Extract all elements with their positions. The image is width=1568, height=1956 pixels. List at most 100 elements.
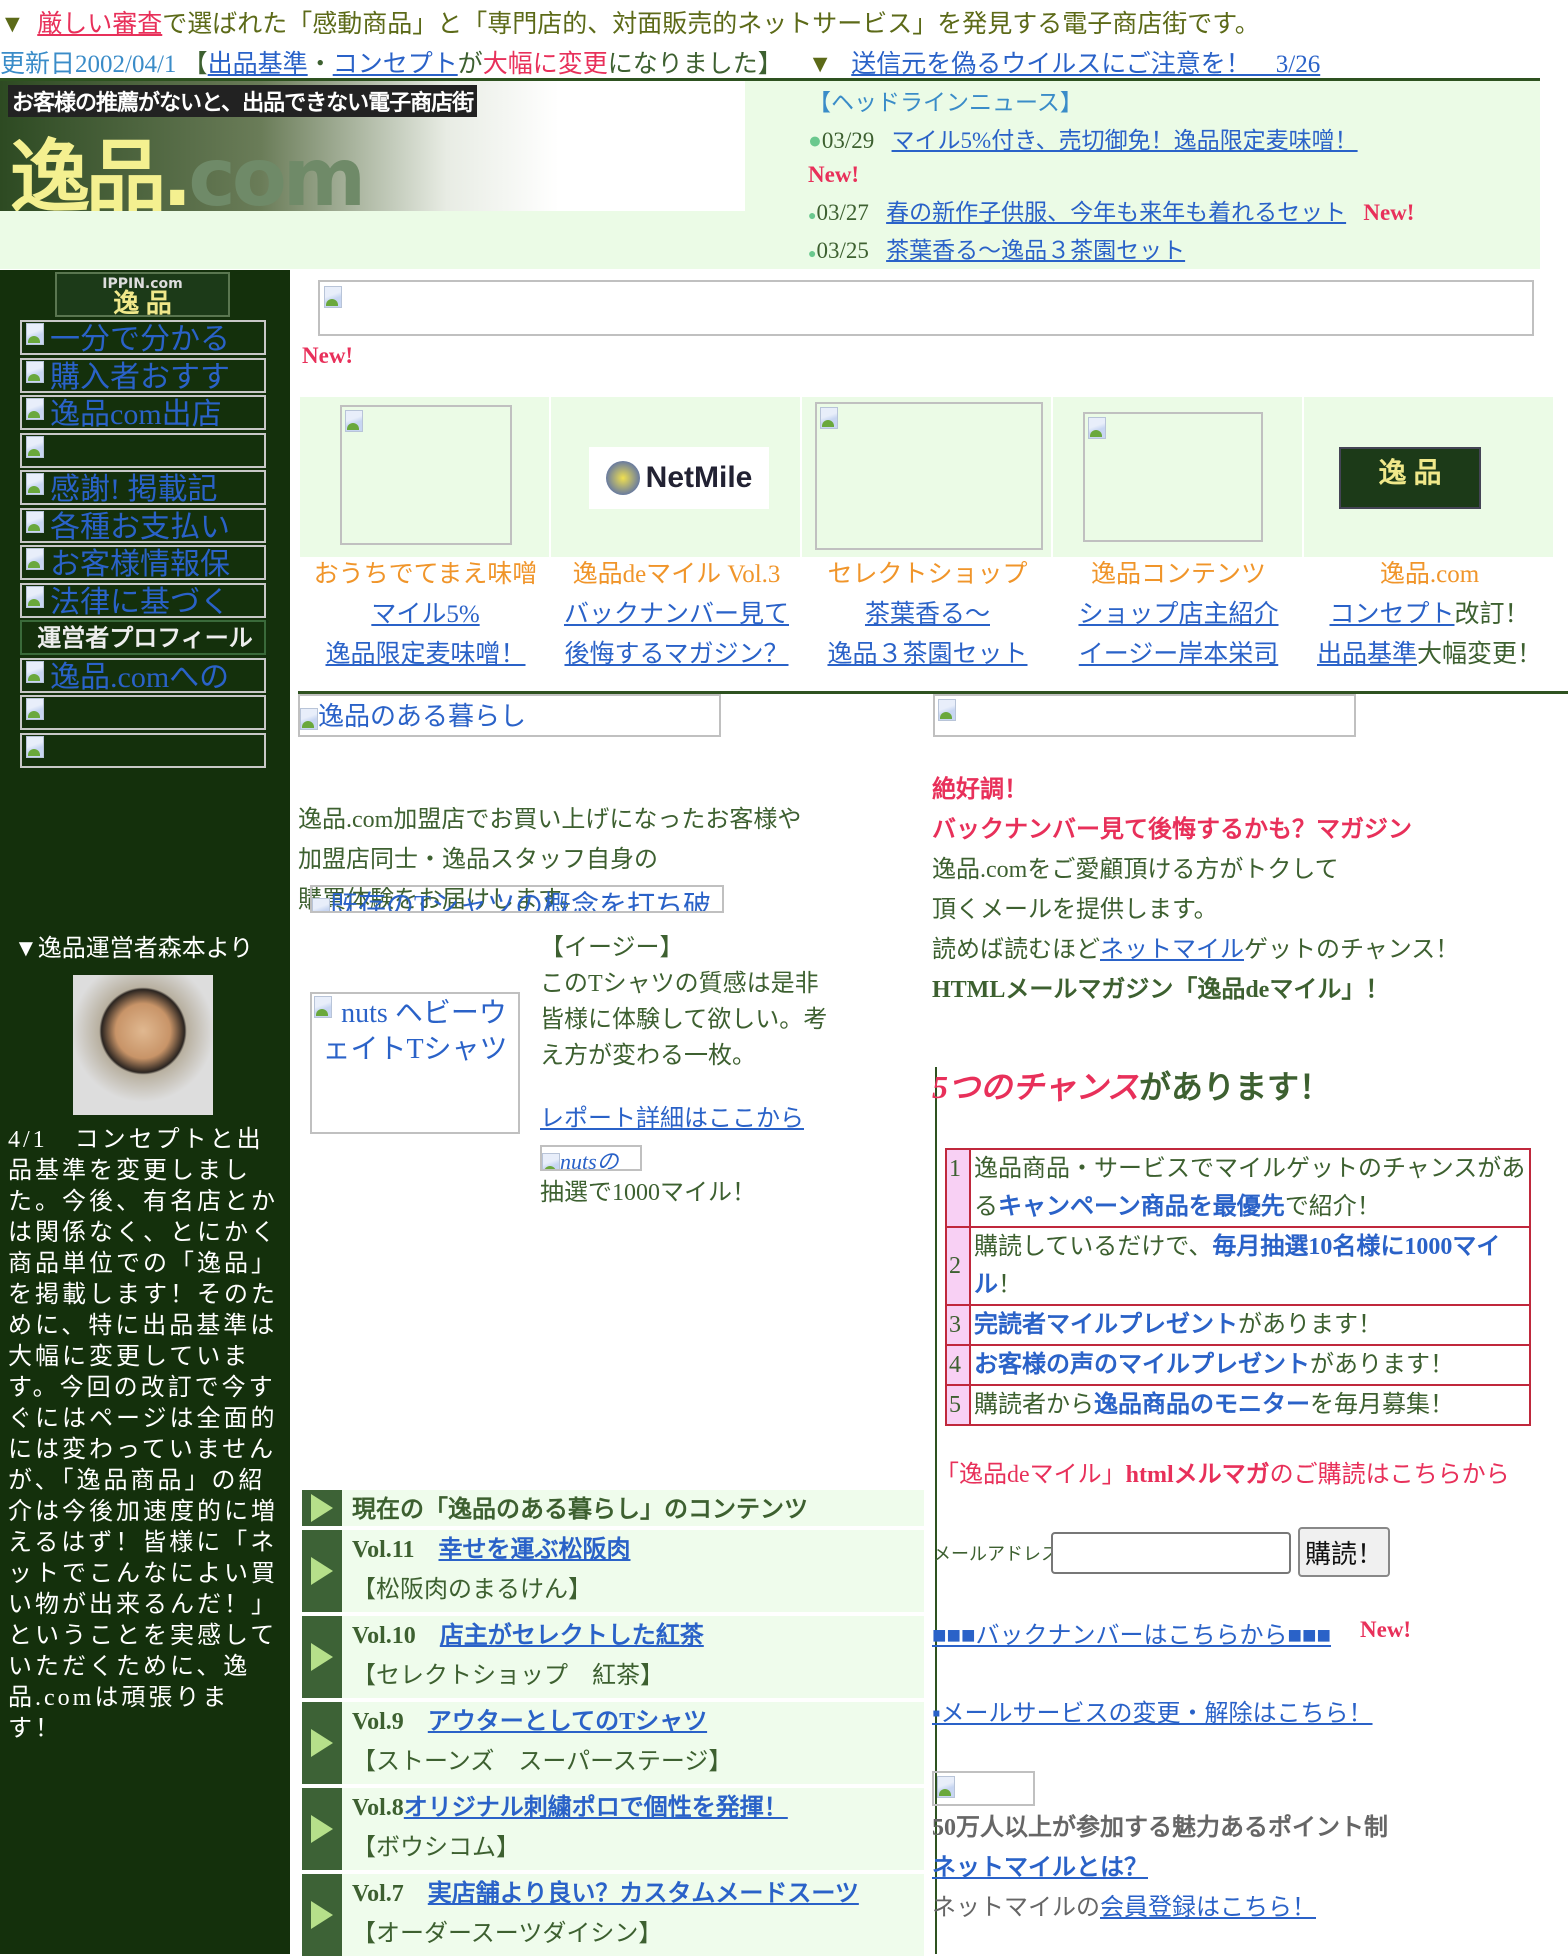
sidebar-menu-item[interactable] — [20, 732, 266, 768]
sidebar-logo[interactable]: IPPIN.com 逸 品 — [55, 272, 230, 317]
feature-heading: 逸品deマイル Vol.3 — [572, 561, 781, 588]
feature-link[interactable]: 逸品限定麦味噌！ — [325, 641, 525, 668]
feature-image[interactable] — [1083, 412, 1263, 542]
broken-image-icon — [324, 286, 342, 308]
intro-line: 加盟店同士・逸品スタッフ自身の — [298, 847, 658, 873]
volume-link[interactable]: オリジナル刺繍ポロで個性を発揮！ — [404, 1795, 788, 1821]
mail-service-change-link[interactable]: ▪メールサービスの変更・解除はこちら！ — [932, 1693, 1373, 1728]
criteria-link[interactable]: 出品基準 — [208, 51, 308, 78]
subscribe-prompt: 「逸品deマイル」htmlメルマガのご購読はこちらから — [935, 1455, 1555, 1495]
feature-link[interactable]: 茶葉香る〜 — [865, 601, 990, 628]
magazine-headline: バックナンバー見て後悔するかも？マガジン — [932, 817, 1412, 843]
sidebar-menu-item[interactable]: 運営者プロフィール — [20, 620, 266, 655]
sidebar-menu-item[interactable]: 各種お支払い — [20, 507, 266, 543]
nuts-small-image[interactable]: nutsの — [540, 1145, 642, 1171]
feature-link[interactable]: 後悔するマガジン？ — [564, 641, 788, 668]
contents-item: Vol.7 実店舗より良い？カスタムメードスーツ 【オーダースーツダイシン】 — [302, 1874, 924, 1956]
volume-number: Vol.10 — [352, 1623, 440, 1649]
feature-link[interactable]: 逸品３茶園セット — [827, 641, 1027, 668]
what-is-netmile-link[interactable]: ネットマイルとは？ — [932, 1855, 1148, 1881]
top-banner[interactable] — [318, 280, 1534, 336]
menu-label: 運営者プロフィール — [37, 624, 253, 652]
feature-link[interactable]: 出品基準 — [1317, 641, 1417, 668]
chance-number: 5 — [945, 1384, 971, 1426]
register-link[interactable]: 会員登録はこちら！ — [1100, 1895, 1316, 1921]
site-logo[interactable]: お客様の推薦がないと、出品できない電子商店街 逸品.com IPPIN.com — [0, 81, 745, 211]
sidebar-menu-item[interactable]: 法律に基づく — [20, 582, 266, 618]
menu-label: 購入者おすす — [50, 360, 230, 393]
big-change-text: 大幅に変更 — [482, 51, 608, 78]
arrow-right-icon — [302, 1530, 342, 1612]
text: HTMLメールマガジン「逸品deマイル」！ — [932, 977, 1390, 1003]
netmile-logo[interactable]: NetMile — [589, 447, 769, 509]
feature-link[interactable]: コンセプト — [1329, 601, 1454, 628]
volume-link[interactable]: 店主がセレクトした紅茶 — [440, 1623, 704, 1649]
operator-message: 4/1 コンセプトと出品基準を変更しました。今後、有名店とかは関係なく、とにかく… — [8, 1127, 278, 1742]
broken-image-icon — [542, 1152, 560, 1169]
sidebar-menu-item[interactable] — [20, 432, 266, 468]
sidebar-menu-item[interactable]: 一分で分かる — [20, 320, 266, 355]
sidebar-menu-item[interactable]: 逸品com出店 — [20, 395, 266, 430]
feature-link[interactable]: ショップ店主紹介 — [1078, 601, 1278, 628]
ippin-logo[interactable]: 逸 品 — [1339, 447, 1481, 509]
netmile-banner[interactable] — [932, 1771, 1035, 1806]
sidebar-menu-item[interactable]: 逸品.comへの — [20, 657, 266, 693]
volume-link[interactable]: 実店舗より良い？カスタムメードスーツ — [428, 1881, 859, 1907]
image-alt-text: 逸品のある暮らし — [318, 702, 527, 731]
text: があります！ — [1310, 1352, 1454, 1378]
bracket: 【 — [182, 51, 208, 78]
subscribe-button[interactable]: 購読！ — [1298, 1527, 1390, 1577]
text: ゲットのチャンス！ — [1244, 937, 1460, 963]
email-input[interactable] — [1051, 1532, 1291, 1574]
feature-link[interactable]: イージー岸本栄司 — [1079, 641, 1279, 668]
feature-link[interactable]: マイル5% — [371, 601, 479, 628]
strict-review-link[interactable]: 厳しい審査 — [37, 11, 162, 38]
broken-image-icon — [26, 398, 44, 420]
volume-number: Vol.9 — [352, 1709, 428, 1735]
contents-item: Vol.10 店主がセレクトした紅茶 【セレクトショップ 紅茶】 — [302, 1616, 924, 1698]
magazine-intro: 絶好調！ バックナンバー見て後悔するかも？マガジン 逸品.comをご愛顧頂ける方… — [932, 770, 1459, 1010]
sidebar-menu-item[interactable]: 感謝! 掲載記 — [20, 470, 266, 505]
feature-link[interactable]: バックナンバー見て — [564, 601, 789, 628]
virus-warning-link[interactable]: 送信元を偽るウイルスにご注意を！ 3/26 — [851, 51, 1320, 78]
sidebar-menu-item[interactable] — [20, 695, 266, 730]
feature-image[interactable] — [815, 402, 1043, 550]
news-link[interactable]: マイル5%付き、売切御免！逸品限定麦味噌！ — [892, 128, 1358, 153]
menu-label: 逸品com出店 — [50, 398, 222, 430]
tshirt-banner[interactable]: 既存のTシャツの概念を打ち破 — [310, 885, 724, 913]
feature-image[interactable] — [340, 405, 512, 545]
broken-image-icon — [26, 360, 44, 383]
chance-row: 2 購読しているだけで、毎月抽選10名様に1000マイル！ — [945, 1226, 1531, 1306]
kurashi-banner[interactable]: 逸品のある暮らし — [298, 694, 721, 737]
arrow-right-icon — [302, 1702, 342, 1784]
concept-link[interactable]: コンセプト — [333, 51, 458, 78]
menu-label: 逸品.comへの — [50, 660, 230, 693]
news-link[interactable]: 春の新作子供服、今年も来年も着れるセット — [886, 200, 1346, 225]
contents-item: Vol.11 幸せを運ぶ松阪肉 【松阪肉のまるけん】 — [302, 1530, 924, 1612]
volume-link[interactable]: アウターとしてのTシャツ — [428, 1709, 707, 1735]
easy-review: 【イージー】 このTシャツの質感は是非皆様に体験して欲しい。考え方が変わる一枚。 — [540, 930, 840, 1074]
backnumber-link[interactable]: ■■■バックナンバーはこちらから■■■ — [932, 1615, 1331, 1650]
text: があります！ — [1238, 1312, 1382, 1338]
broken-image-icon — [26, 585, 44, 608]
sidebar-menu-item[interactable]: お客様情報保 — [20, 545, 266, 580]
hot-label: 絶好調！ — [932, 777, 1028, 803]
broken-image-icon — [26, 660, 44, 683]
netmile-icon — [605, 461, 640, 495]
volume-link[interactable]: 幸せを運ぶ松阪肉 — [438, 1537, 630, 1563]
text: htmlメルマガ — [1125, 1462, 1270, 1488]
magazine-banner[interactable] — [933, 694, 1356, 737]
news-item: ●03/27 春の新作子供服、今年も来年も着れるセット New! — [808, 194, 1538, 232]
text: 5つのチャンス — [932, 1069, 1140, 1105]
news-link[interactable]: 茶葉香る〜逸品３茶園セット — [886, 238, 1185, 263]
netmile-link[interactable]: ネットマイル — [1100, 937, 1244, 963]
highlight-text: お客様の声のマイルプレゼント — [974, 1352, 1310, 1378]
sidebar-menu-item[interactable]: 購入者おすす — [20, 357, 266, 393]
netmile-info: 50万人以上が参加する魅力あるポイント制 ネットマイルとは？ ネットマイルの会員… — [932, 1808, 1388, 1928]
report-link[interactable]: レポート詳細はここから — [540, 1098, 804, 1133]
chance-number: 3 — [945, 1304, 971, 1346]
feature-heading: 逸品.com — [1379, 561, 1480, 588]
menu-label: 感謝! 掲載記 — [50, 473, 218, 505]
nuts-tshirt-image[interactable]: nuts ヘビーウェイトTシャツ — [310, 992, 520, 1134]
text: 頂くメールを提供します。 — [932, 897, 1218, 923]
